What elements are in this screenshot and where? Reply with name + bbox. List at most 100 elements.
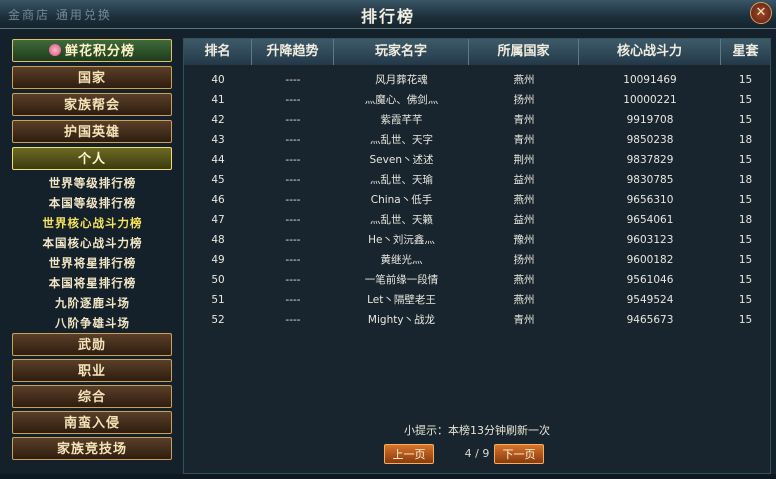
rank-cell: 40 — [211, 74, 225, 86]
country-cell: 燕州 — [513, 274, 535, 286]
table-row[interactable]: 51 ---- Let丶隔壁老王 燕州 9549524 15 — [184, 290, 770, 310]
rank-cell: 51 — [211, 294, 225, 306]
table-row[interactable]: 43 ---- 灬乱世、天字 青州 9850238 18 — [184, 130, 770, 150]
subcategory-item[interactable]: 世界将星排行榜 — [10, 253, 175, 273]
trend-cell: ---- — [285, 74, 301, 86]
player-name-cell: 灬乱世、天瑜 — [370, 174, 433, 186]
table-row[interactable]: 46 ---- China丶低手 燕州 9656310 15 — [184, 190, 770, 210]
table-row[interactable]: 48 ---- He丶刘沅鑫灬 豫州 9603123 15 — [184, 230, 770, 250]
star-set-cell: 15 — [738, 314, 753, 326]
table-row[interactable]: 44 ---- Seven丶述述 荆州 9837829 15 — [184, 150, 770, 170]
category-label: 南蛮入侵 — [63, 416, 120, 431]
combat-power-header: 核心战斗力 — [579, 39, 721, 65]
category-item-button[interactable]: 南蛮入侵 — [12, 411, 172, 434]
category-label: 家族竞技场 — [56, 442, 127, 457]
combat-power-cell: 9549524 — [626, 294, 674, 306]
combat-power-cell: 9830785 — [626, 174, 674, 186]
category-label: 综合 — [77, 390, 106, 405]
trend-header: 升降趋势 — [252, 39, 334, 65]
country-cell: 扬州 — [513, 94, 535, 106]
combat-power-cell: 9600182 — [626, 254, 674, 266]
subcategory-item[interactable]: 世界核心战斗力榜 — [10, 213, 175, 233]
table-row[interactable]: 47 ---- 灬乱世、天籁 益州 9654061 18 — [184, 210, 770, 230]
country-cell: 燕州 — [513, 294, 535, 306]
table-row[interactable]: 50 ---- 一笔前缘一段情 燕州 9561046 15 — [184, 270, 770, 290]
page-indicator: 4 / 9 — [464, 447, 490, 460]
combat-power-cell: 9465673 — [626, 314, 674, 326]
bottom-strip — [0, 474, 776, 479]
subcategory-item[interactable]: 本国将星排行榜 — [10, 273, 175, 293]
star-set-cell: 15 — [738, 94, 753, 106]
trend-cell: ---- — [285, 234, 301, 246]
combat-power-cell: 9919708 — [626, 114, 674, 126]
trend-cell: ---- — [285, 134, 301, 146]
category-item-button[interactable]: 国家 — [12, 66, 172, 89]
trend-cell: ---- — [285, 174, 301, 186]
table-row[interactable]: 45 ---- 灬乱世、天瑜 益州 9830785 18 — [184, 170, 770, 190]
star-set-cell: 15 — [738, 114, 753, 126]
star-set-cell: 18 — [738, 214, 753, 226]
player-name-cell: 风月葬花魂 — [375, 74, 428, 86]
table-row[interactable]: 41 ---- 灬魔心、佛剑灬 扬州 10000221 15 — [184, 90, 770, 110]
country-cell: 荆州 — [513, 154, 535, 166]
trend-cell: ---- — [285, 254, 301, 266]
category-item-button[interactable]: 家族帮会 — [12, 93, 172, 116]
country-cell: 燕州 — [513, 194, 535, 206]
table-row[interactable]: 40 ---- 风月葬花魂 燕州 10091469 15 — [184, 70, 770, 90]
player-name-cell: 灬乱世、天字 — [370, 134, 433, 146]
category-label: 家族帮会 — [63, 98, 120, 113]
trend-cell: ---- — [285, 94, 301, 106]
category-label: 鲜花积分榜 — [64, 44, 135, 59]
combat-power-cell: 9654061 — [626, 214, 674, 226]
category-item-button[interactable]: 护国英雄 — [12, 120, 172, 143]
rank-header: 排名 — [184, 39, 252, 65]
category-label: 个人 — [77, 152, 106, 167]
category-item-button[interactable]: 武勋 — [12, 333, 172, 356]
player-name-cell: Mighty丶战龙 — [367, 314, 436, 326]
country-cell: 扬州 — [513, 254, 535, 266]
trend-cell: ---- — [285, 314, 301, 326]
country-cell: 青州 — [513, 114, 535, 126]
player-name-cell: China丶低手 — [370, 194, 433, 206]
table-row[interactable]: 49 ---- 黄继光灬 扬州 9600182 15 — [184, 250, 770, 270]
subcategory-item[interactable]: 世界等级排行榜 — [10, 173, 175, 193]
table-row[interactable]: 42 ---- 紫霞芊芊 青州 9919708 15 — [184, 110, 770, 130]
category-item-button[interactable]: 职业 — [12, 359, 172, 382]
category-flower-button[interactable]: 鲜花积分榜 — [12, 39, 172, 62]
trend-cell: ---- — [285, 214, 301, 226]
player-name-cell: Let丶隔壁老王 — [367, 294, 436, 306]
combat-power-cell: 9561046 — [626, 274, 674, 286]
trend-cell: ---- — [285, 294, 301, 306]
category-personal-button[interactable]: 个人 — [12, 147, 172, 170]
combat-power-cell: 10000221 — [623, 94, 677, 106]
table-row[interactable]: 52 ---- Mighty丶战龙 青州 9465673 15 — [184, 310, 770, 330]
player-name-cell: He丶刘沅鑫灬 — [368, 234, 435, 246]
flower-icon — [48, 44, 61, 56]
country-cell: 益州 — [513, 214, 535, 226]
subcategory-item[interactable]: 八阶争雄斗场 — [10, 313, 175, 333]
rank-cell: 41 — [211, 94, 225, 106]
category-item-button[interactable]: 家族竞技场 — [12, 437, 172, 460]
trend-cell: ---- — [285, 274, 301, 286]
combat-power-cell: 9603123 — [626, 234, 674, 246]
star-set-cell: 15 — [738, 274, 753, 286]
rank-cell: 45 — [211, 174, 225, 186]
next-page-button[interactable]: 下一页 — [494, 444, 544, 464]
subcategory-item[interactable]: 本国核心战斗力榜 — [10, 233, 175, 253]
category-item-button[interactable]: 综合 — [12, 385, 172, 408]
player-name-cell: 紫霞芊芊 — [380, 114, 423, 126]
trend-cell: ---- — [285, 114, 301, 126]
close-button[interactable]: ✕ — [750, 2, 772, 24]
country-cell: 青州 — [513, 314, 535, 326]
player-name-cell: 灬魔心、佛剑灬 — [364, 94, 439, 106]
subcategory-item[interactable]: 九阶逐鹿斗场 — [10, 293, 175, 313]
rank-cell: 42 — [211, 114, 225, 126]
subcategory-item[interactable]: 本国等级排行榜 — [10, 193, 175, 213]
player-name-header: 玩家名字 — [334, 39, 469, 65]
rank-cell: 46 — [211, 194, 225, 206]
rank-cell: 47 — [211, 214, 225, 226]
rank-cell: 49 — [211, 254, 225, 266]
country-cell: 燕州 — [513, 74, 535, 86]
trend-cell: ---- — [285, 154, 301, 166]
player-name-cell: 一笔前缘一段情 — [364, 274, 439, 286]
